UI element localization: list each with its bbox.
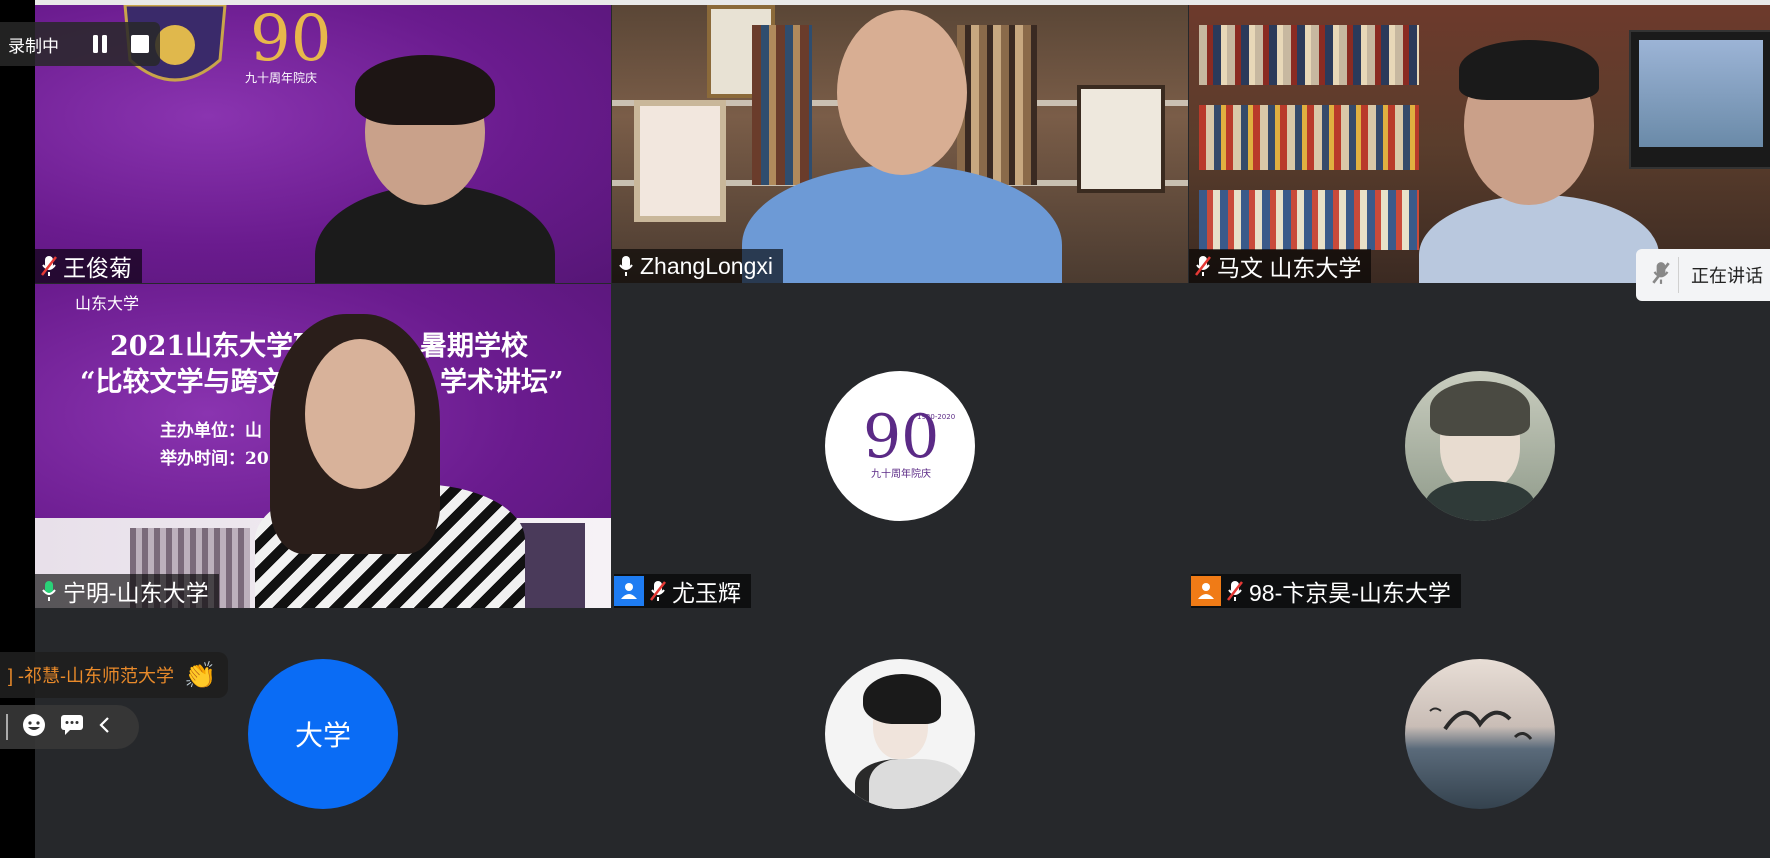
anniversary-logo-avatar: 90 1930-2020 九十周年院庆: [825, 371, 975, 521]
video-tile-seagull[interactable]: [1189, 609, 1770, 858]
recording-label: 录制中: [8, 36, 59, 56]
svg-text:90: 90: [250, 5, 331, 75]
portrait-body: [855, 758, 964, 809]
participant-name: ZhangLongxi: [640, 252, 773, 279]
book-row: [957, 25, 1037, 185]
mic-muted-icon: [41, 255, 57, 277]
monitor-screen: [1639, 40, 1763, 147]
participant-name: 98-卞京昊-山东大学: [1249, 580, 1451, 606]
stop-recording-button[interactable]: [120, 22, 160, 66]
person-hair: [355, 55, 495, 125]
logo-caption: 九十周年院庆: [871, 467, 931, 480]
logo-90-icon: 90 1930-2020 九十周年院庆: [863, 402, 955, 480]
book-row: [1199, 105, 1419, 170]
user-badge-icon: [1191, 576, 1221, 606]
participant-name: 宁明-山东大学: [63, 580, 209, 606]
participant-name: 尤玉辉: [672, 580, 741, 606]
poster-line4: 举办时间：20: [160, 449, 269, 469]
speaking-indicator[interactable]: 正在讲话: [1636, 249, 1770, 301]
portrait-hair: [863, 673, 941, 724]
chat-icon: [61, 714, 83, 735]
reaction-notification: ] -祁慧-山东师范大学 👏: [0, 652, 228, 698]
recording-indicator: 录制中: [0, 22, 160, 66]
video-tile-zhang-longxi[interactable]: ZhangLongxi: [612, 5, 1188, 283]
anniversary-logo-icon: 90: [250, 5, 331, 75]
person-hair: [1459, 40, 1599, 100]
poster-line2b: 学术讲坛”: [440, 367, 564, 398]
name-tag: 王俊菊: [35, 249, 142, 283]
anniversary-caption: 九十周年院庆: [245, 71, 318, 85]
stop-icon: [131, 35, 149, 53]
participant-name: 王俊菊: [63, 255, 132, 281]
video-tile-you-yuhui[interactable]: 90 1930-2020 九十周年院庆 尤玉辉: [612, 284, 1188, 608]
poster-line2: “比较文学与跨文: [80, 367, 285, 398]
speaking-label: 正在讲话: [1691, 266, 1763, 286]
name-tag: 宁明-山东大学: [35, 574, 219, 608]
poster-line3: 主办单位：山: [160, 421, 262, 441]
smiley-icon: [23, 713, 45, 736]
name-tag: 马文 山东大学: [1189, 249, 1372, 283]
logo-years: 1930-2020: [917, 413, 955, 421]
person-head: [305, 339, 415, 489]
mic-icon: [618, 255, 634, 277]
name-tag: 98-卞京昊-山东大学: [1191, 574, 1461, 608]
text-avatar: 大学: [248, 658, 398, 809]
user-badge-icon: [614, 576, 644, 606]
video-tile-bian-jinghao[interactable]: 98-卞京昊-山东大学: [1189, 284, 1770, 608]
participant-name: 马文 山东大学: [1217, 255, 1362, 281]
monitor: [1629, 30, 1770, 169]
framed-diploma: [1077, 85, 1165, 193]
pause-recording-button[interactable]: [80, 22, 120, 66]
mic-muted-icon: [650, 580, 666, 602]
anime-body: [1424, 481, 1535, 521]
seagull-avatar: [1404, 658, 1555, 809]
portrait-avatar: [825, 658, 975, 809]
mic-muted-icon: [1195, 255, 1211, 277]
mic-muted-icon: [1227, 580, 1243, 602]
anime-hair: [1429, 381, 1530, 436]
mic-muted-icon: [1652, 261, 1670, 290]
video-grid: 90 九十周年院庆 王俊菊 ZhangLongxi 马文 山东大学 山东大学 2…: [35, 5, 1770, 858]
framed-painting: [634, 100, 726, 222]
book-row: [1199, 190, 1419, 250]
video-tile-ma-wen[interactable]: 马文 山东大学: [1189, 5, 1770, 283]
person-head: [837, 10, 967, 175]
book-row: [752, 25, 812, 185]
anime-avatar: [1404, 371, 1555, 521]
video-tile-portrait[interactable]: [612, 609, 1188, 858]
clap-emoji-icon: 👏: [184, 659, 217, 690]
collapse-toolbar-button[interactable]: [98, 716, 110, 739]
reaction-sender: ] -祁慧-山东师范大学: [8, 666, 174, 686]
poster-line1b: 暑期学校: [420, 331, 528, 362]
name-tag: ZhangLongxi: [612, 249, 783, 283]
book-row: [1199, 25, 1419, 85]
video-tile-ning-ming[interactable]: 山东大学 2021山东大学研 暑期学校 “比较文学与跨文 学术讲坛” 主办单位：…: [35, 284, 611, 608]
mic-active-icon: [41, 580, 57, 602]
emoji-button[interactable]: [22, 713, 46, 742]
chat-button[interactable]: [60, 714, 84, 741]
speaking-divider: [1678, 257, 1679, 293]
reaction-toolbar: [0, 705, 139, 749]
poster-brand: 山东大学: [75, 294, 140, 313]
name-tag: 尤玉辉: [614, 574, 751, 608]
toolbar-divider: [6, 714, 8, 740]
chevron-left-icon: [99, 716, 109, 733]
pause-icon: [93, 35, 107, 53]
seagull-icon: [1428, 707, 1532, 740]
